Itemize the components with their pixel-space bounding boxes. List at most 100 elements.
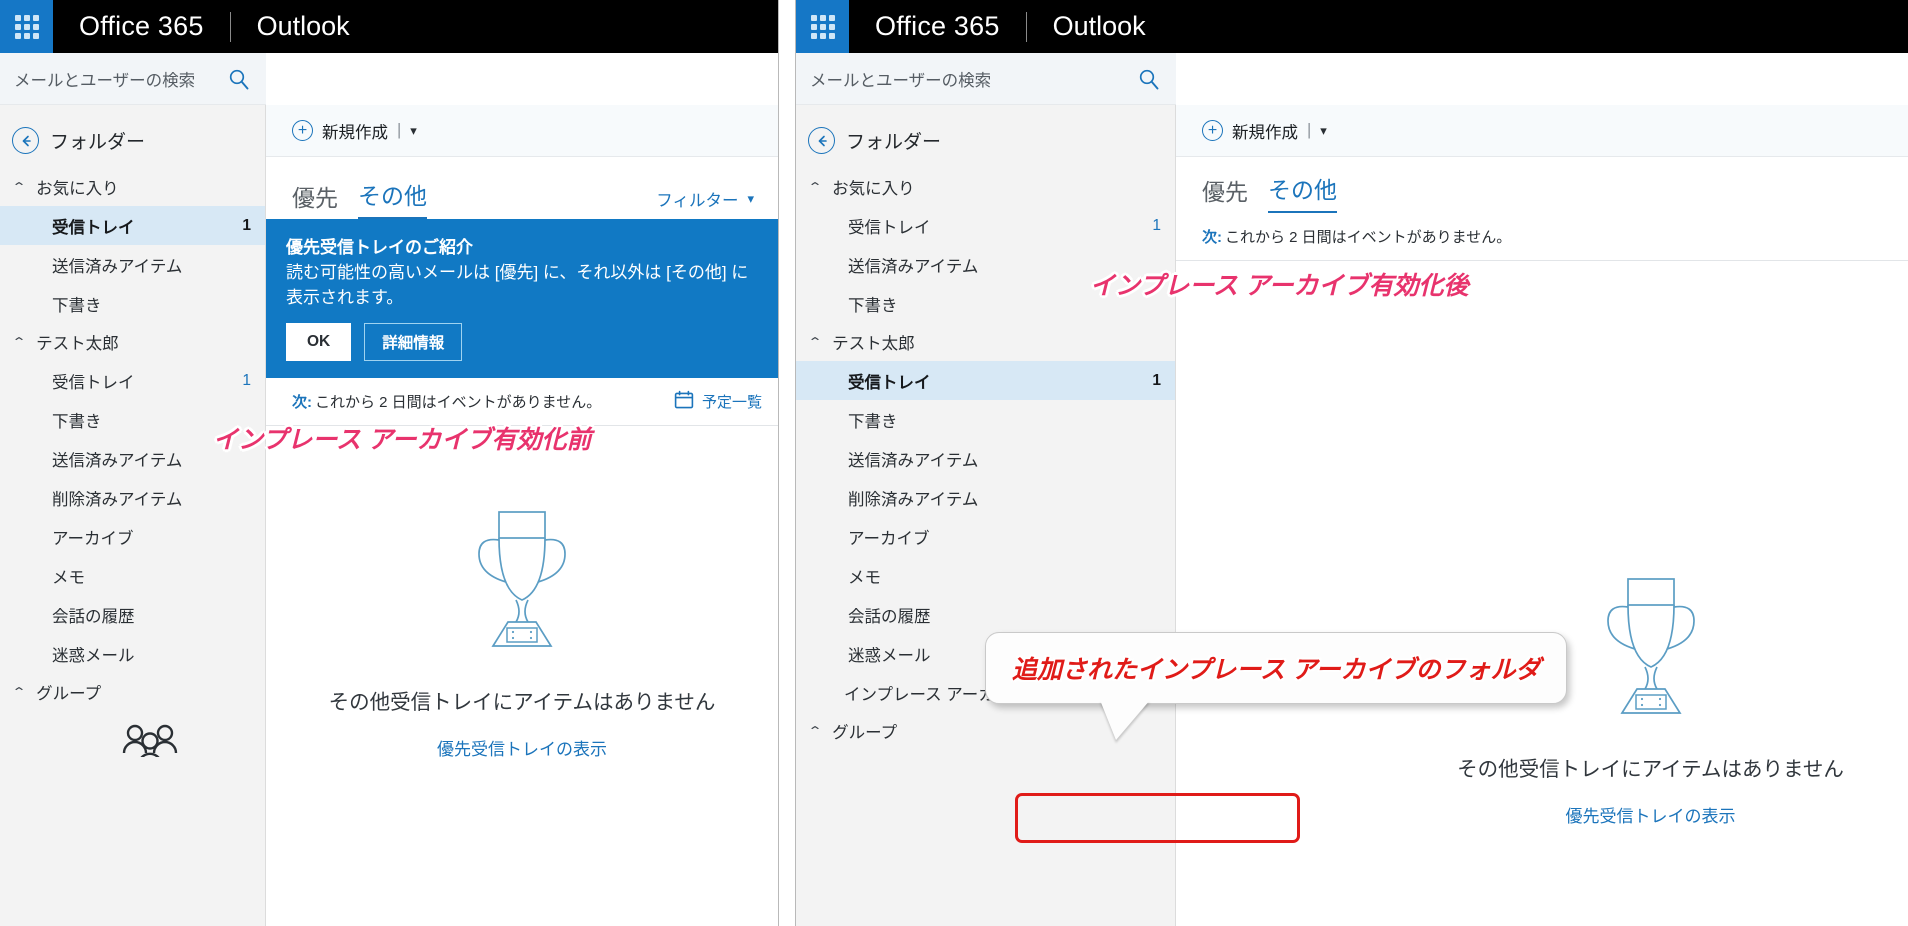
folder-item[interactable]: 送信済みアイテム <box>796 439 1175 478</box>
folder-group-header[interactable]: ⌃ お気に入り <box>0 168 265 206</box>
screenshot-border-left <box>778 0 779 926</box>
banner-more-info-button[interactable]: 詳細情報 <box>364 323 463 362</box>
folder-item-label: 迷惑メール <box>52 646 135 665</box>
unread-count-badge: 1 <box>1152 371 1161 389</box>
event-text-right: これから 2 日間はイベントがありません。 <box>1225 229 1512 246</box>
screenshot-gap <box>779 0 795 926</box>
folder-navigation: フォルダー ⌃ お気に入り 受信トレイ 1 送信済みアイテム 下書き ⌃ テスト太郎 受信トレイ… <box>0 105 266 926</box>
folder-item-label: メモ <box>52 568 85 587</box>
folder-item-label: 会話の履歴 <box>52 607 135 626</box>
folder-item[interactable]: 削除済みアイテム <box>0 478 265 517</box>
folder-item[interactable]: 送信済みアイテム <box>0 245 265 284</box>
event-summary-bar-right: 次: これから 2 日間はイベントがありません。 予定一覧 <box>1176 213 1908 261</box>
inbox-tabs: 優先 その他 フィルター ▾ <box>266 157 778 219</box>
folder-item-label: 送信済みアイテム <box>848 451 979 470</box>
message-list-pane-right: + 新規作成 | ▾ 優先 その他 フィルター ▾ 次: これから 2 日間はイ… <box>1176 105 1908 926</box>
folder-item-label: 下書き <box>848 296 898 315</box>
folder-group-header[interactable]: ⌃ テスト太郎 <box>796 323 1175 361</box>
folder-item[interactable]: 迷惑メール <box>0 634 265 673</box>
unread-count-badge: 1 <box>1152 216 1161 234</box>
filter-dropdown[interactable]: フィルター ▾ <box>656 187 754 219</box>
tab-focused[interactable]: 優先 <box>292 179 338 219</box>
folder-item[interactable]: 下書き <box>796 400 1175 439</box>
folder-group-label: テスト太郎 <box>832 335 915 353</box>
chevron-down-icon[interactable]: ▾ <box>410 123 417 139</box>
folder-item[interactable]: 会話の履歴 <box>0 595 265 634</box>
app-launcher-button[interactable] <box>0 0 53 53</box>
folder-item-label: 削除済みアイテム <box>848 490 979 509</box>
unread-count-badge: 1 <box>242 216 251 234</box>
archive-callout-text: 追加されたインプレース アーカイブのフォルダ <box>1012 656 1541 684</box>
app-launcher-waffle-icon <box>14 14 39 39</box>
chevron-up-icon: ⌃ <box>11 335 27 349</box>
folders-header-right: フォルダー <box>796 121 1175 168</box>
agenda-link[interactable]: 予定一覧 <box>674 390 762 414</box>
folder-item[interactable]: 受信トレイ 1 <box>796 361 1175 400</box>
plus-circle-icon[interactable]: + <box>1202 120 1223 141</box>
folder-group-header[interactable]: ⌃ テスト太郎 <box>0 323 265 361</box>
folder-item[interactable]: アーカイブ <box>0 517 265 556</box>
folder-item[interactable]: 受信トレイ 1 <box>796 206 1175 245</box>
event-text: これから 2 日間はイベントがありません。 <box>315 394 602 412</box>
inbox-tabs-right: 優先 その他 フィルター ▾ <box>1176 157 1908 213</box>
folder-item[interactable]: 会話の履歴 <box>796 595 1175 634</box>
show-focused-inbox-link[interactable]: 優先受信トレイの表示 <box>437 735 607 760</box>
screenshot-stage: Office 365 Outlook メールとユーザーの検索 フォルダー ⌃ お… <box>0 0 1908 926</box>
folder-item[interactable]: 受信トレイ 1 <box>0 361 265 400</box>
show-focused-inbox-link-right[interactable]: 優先受信トレイの表示 <box>1566 802 1736 827</box>
calendar-icon <box>674 390 694 414</box>
focused-inbox-banner: 優先受信トレイのご紹介 読む可能性の高いメールは [優先] に、それ以外は [そ… <box>266 219 778 379</box>
new-message-button[interactable]: 新規作成 <box>322 119 388 143</box>
top-bar-right: Office 365 Outlook <box>796 0 1908 53</box>
tab-other-right[interactable]: その他 <box>1268 171 1337 213</box>
folder-group-header[interactable]: ⌃ お気に入り <box>796 168 1175 206</box>
agenda-label: 予定一覧 <box>701 394 762 412</box>
folder-item-label: 受信トレイ <box>848 373 931 392</box>
chevron-down-icon[interactable]: ▾ <box>1320 123 1327 139</box>
folder-group-header[interactable]: ⌃ グループ <box>0 673 265 711</box>
search-icon[interactable] <box>228 68 266 90</box>
filter-label: フィルター <box>656 192 739 210</box>
folder-item-label: 下書き <box>52 296 102 315</box>
search-input-right[interactable]: メールとユーザーの検索 <box>796 67 991 91</box>
folder-item-label: 下書き <box>848 412 898 431</box>
folder-item[interactable]: アーカイブ <box>796 517 1175 556</box>
folder-group-label: グループ <box>832 724 898 742</box>
folder-item-label: 送信済みアイテム <box>848 257 979 276</box>
chevron-up-icon: ⌃ <box>11 685 27 699</box>
plus-circle-icon[interactable]: + <box>292 120 313 141</box>
folder-item[interactable]: メモ <box>0 556 265 595</box>
search-icon[interactable] <box>1138 68 1176 90</box>
folder-navigation-right: フォルダー ⌃ お気に入り 受信トレイ 1 送信済みアイテム 下書き ⌃ テスト太郎 受信トレイ… <box>796 105 1176 926</box>
banner-buttons: OK 詳細情報 <box>286 323 760 362</box>
archive-callout: 追加されたインプレース アーカイブのフォルダ <box>985 632 1568 740</box>
screenshot-border-right <box>795 0 796 926</box>
tab-focused-right[interactable]: 優先 <box>1202 173 1248 213</box>
banner-title: 優先受信トレイのご紹介 <box>286 238 473 257</box>
back-arrow-icon[interactable] <box>808 127 835 154</box>
search-bar-right[interactable]: メールとユーザーの検索 <box>796 53 1176 105</box>
trophy-icon <box>1595 571 1707 726</box>
folder-item-label: 削除済みアイテム <box>52 490 183 509</box>
chevron-down-icon: ▾ <box>747 191 754 206</box>
folders-header: フォルダー <box>0 121 265 168</box>
empty-state-right: その他受信トレイにアイテムはありません 優先受信トレイの表示 <box>1176 261 1908 827</box>
banner-body: 読む可能性の高いメールは [優先] に、それ以外は [その他] に表示されます。 <box>286 263 749 307</box>
folder-item[interactable]: 削除済みアイテム <box>796 478 1175 517</box>
annotation-before: インプレース アーカイブ有効化前 <box>213 426 592 454</box>
app-launcher-button-right[interactable] <box>796 0 849 53</box>
screenshot-after: Office 365 Outlook メールとユーザーの検索 フォルダー ⌃ お気… <box>796 0 1908 926</box>
folder-item-label: 送信済みアイテム <box>52 451 183 470</box>
new-message-button-right[interactable]: 新規作成 <box>1232 119 1298 143</box>
back-arrow-icon[interactable] <box>12 127 39 154</box>
tab-other[interactable]: その他 <box>358 177 427 219</box>
folder-item[interactable]: メモ <box>796 556 1175 595</box>
banner-ok-button[interactable]: OK <box>286 323 352 362</box>
folder-item[interactable]: 受信トレイ 1 <box>0 206 265 245</box>
search-input[interactable]: メールとユーザーの検索 <box>0 67 195 91</box>
folder-item-label: 受信トレイ <box>52 373 135 392</box>
search-bar[interactable]: メールとユーザーの検索 <box>0 53 266 105</box>
folder-group-label: グループ <box>36 685 102 703</box>
folder-item-label: 会話の履歴 <box>848 607 931 626</box>
folder-item[interactable]: 下書き <box>0 284 265 323</box>
